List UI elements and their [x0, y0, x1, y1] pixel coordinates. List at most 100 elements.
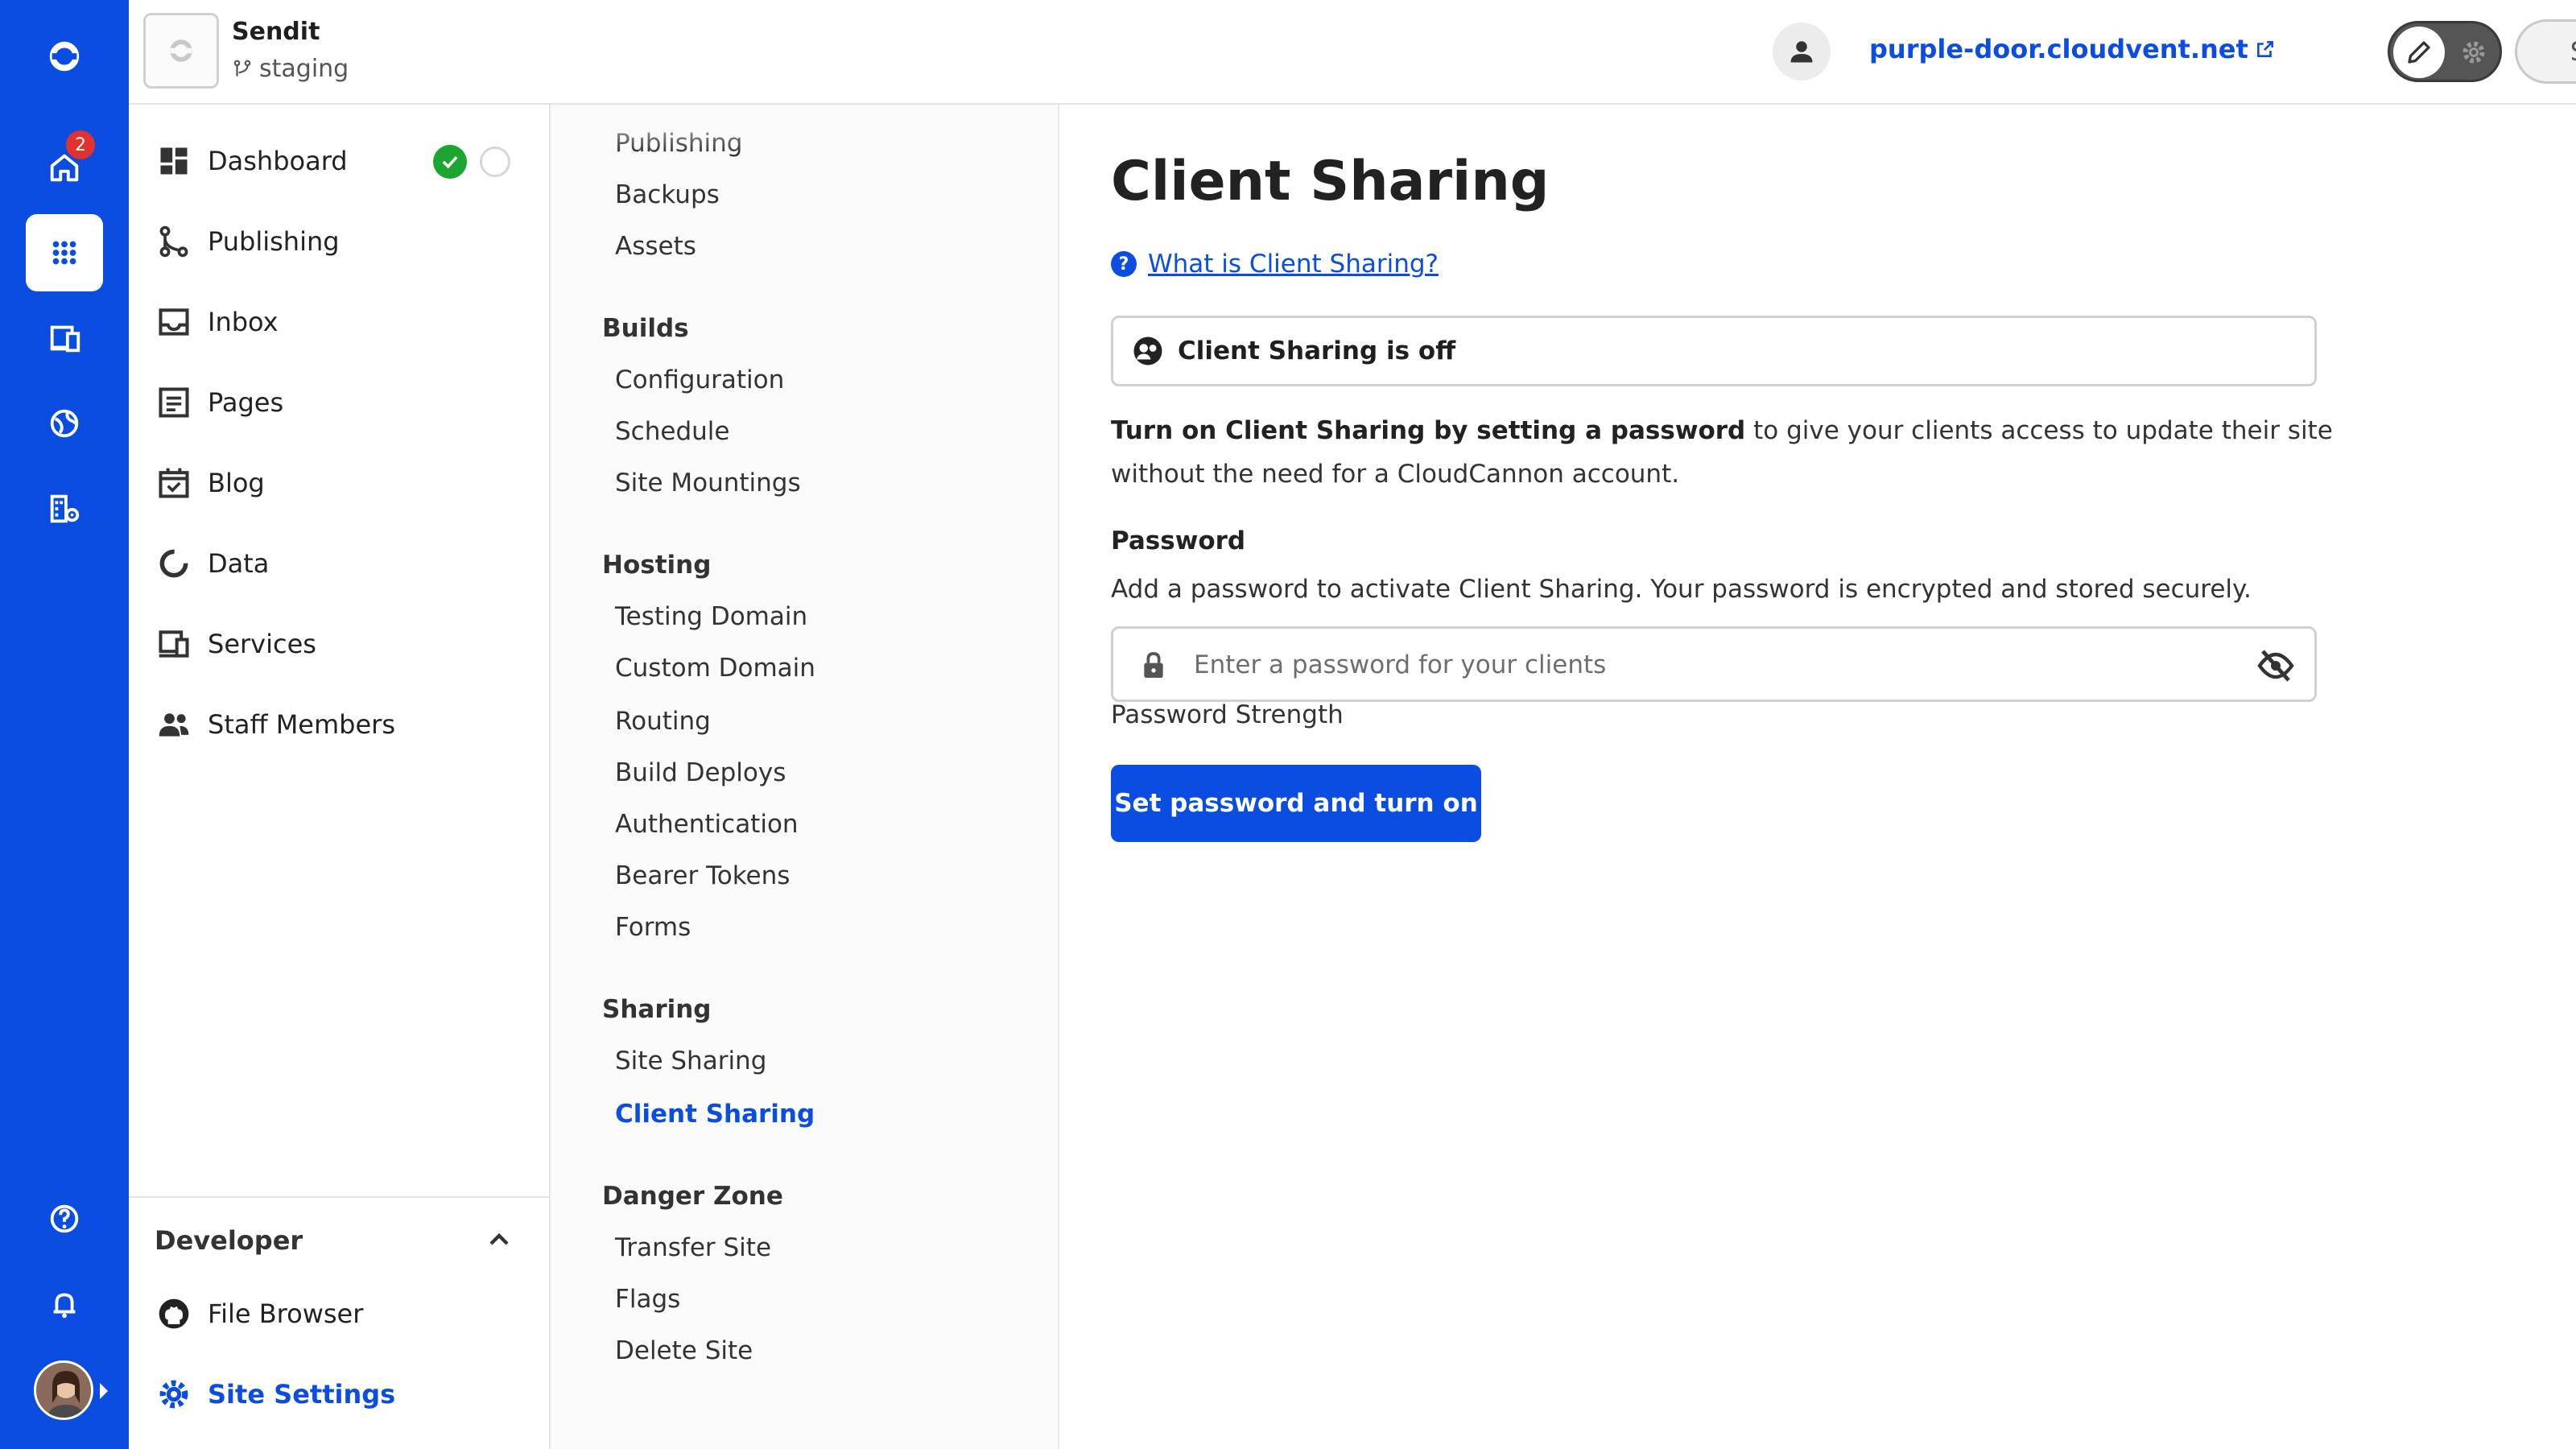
subnav-item[interactable]: Assets: [615, 232, 696, 261]
sidebar-item-label: Blog: [208, 468, 265, 498]
settings-subnav: Publishing Backups Assets Builds Configu…: [551, 105, 1059, 1449]
subnav-item[interactable]: Delete Site: [615, 1336, 753, 1365]
subnav-item[interactable]: Flags: [615, 1285, 680, 1314]
cloudcannon-logo-icon[interactable]: [26, 18, 103, 95]
gear-icon: [159, 1380, 188, 1409]
pages-icon: [159, 387, 189, 418]
sidebar-item-inbox[interactable]: Inbox: [156, 298, 279, 346]
developer-section-title[interactable]: Developer: [155, 1225, 303, 1256]
organization-settings-icon[interactable]: [26, 470, 103, 547]
sidebar-item-publishing[interactable]: Publishing: [156, 217, 340, 266]
subnav-item[interactable]: Transfer Site: [615, 1233, 771, 1262]
password-field: [1111, 626, 2317, 702]
sidebar-item-label: Data: [208, 548, 270, 579]
subnav-group-title: Hosting: [602, 551, 712, 580]
subnav-item[interactable]: Bearer Tokens: [615, 861, 790, 890]
developer-section: Developer File Browser Site Settings: [129, 1196, 549, 1410]
sidebar-item-staff-members[interactable]: Staff Members: [156, 700, 395, 749]
description: Turn on Client Sharing by setting a pass…: [1111, 409, 2367, 496]
subnav-group-title: Sharing: [602, 995, 712, 1024]
globe-icon[interactable]: [26, 385, 103, 462]
site-logo-icon[interactable]: [143, 13, 219, 89]
sidebar-item-dashboard[interactable]: Dashboard: [156, 137, 348, 185]
password-label: Password: [1111, 526, 1246, 555]
help-link[interactable]: ? What is Client Sharing?: [1111, 250, 1439, 279]
sidebar-item-label: Staff Members: [208, 709, 395, 740]
site-url-text: purple-door.cloudvent.net: [1869, 34, 2248, 64]
external-link-icon: [2256, 41, 2273, 57]
password-strength-label: Password Strength: [1111, 700, 1344, 729]
chevron-up-icon[interactable]: [483, 1224, 515, 1256]
site-url-link[interactable]: purple-door.cloudvent.net: [1869, 34, 2276, 64]
subnav-item[interactable]: Configuration: [615, 365, 784, 394]
calendar-check-icon: [159, 468, 189, 498]
subnav-item[interactable]: Schedule: [615, 417, 729, 446]
checkmark-icon: [433, 145, 467, 179]
sidebar-item-file-browser[interactable]: File Browser: [156, 1290, 363, 1338]
subnav-group-title: Danger Zone: [602, 1182, 783, 1211]
sidebar-item-label: File Browser: [208, 1298, 364, 1329]
subnav-item-active[interactable]: Client Sharing: [615, 1100, 815, 1129]
app-rail: 2: [0, 0, 129, 1449]
subnav-item[interactable]: Custom Domain: [615, 654, 815, 683]
set-password-button[interactable]: Set password and turn on: [1111, 765, 1481, 842]
services-icon: [159, 630, 189, 658]
publishing-icon: [159, 225, 188, 258]
subnav-item[interactable]: Testing Domain: [615, 602, 807, 631]
person-icon: [1790, 41, 1813, 63]
subnav-group-title: Builds: [602, 314, 689, 343]
github-icon: [159, 1298, 189, 1329]
subnav-item[interactable]: Authentication: [615, 810, 799, 839]
branch-selector[interactable]: staging: [232, 55, 349, 83]
save-button[interactable]: Save: [2515, 19, 2576, 84]
status-text: Client Sharing is off: [1178, 336, 1456, 365]
subnav-item[interactable]: Build Deploys: [615, 758, 786, 787]
notification-badge: 2: [66, 130, 95, 159]
status-ring-icon: [480, 147, 510, 177]
help-icon[interactable]: [26, 1180, 103, 1257]
data-donut-icon: [159, 549, 188, 578]
sidebar-item-site-settings[interactable]: Site Settings: [156, 1370, 395, 1418]
eye-off-icon[interactable]: [2256, 646, 2295, 685]
top-bar: Sendit staging purple-door.cloudvent.net…: [129, 0, 2576, 105]
branch-name: staging: [259, 55, 349, 83]
sidebar-item-data[interactable]: Data: [156, 539, 269, 588]
edit-mode-toggle[interactable]: [2388, 21, 2502, 82]
subnav-item[interactable]: Routing: [615, 707, 711, 736]
client-sharing-icon: [1133, 336, 1162, 365]
subnav-item[interactable]: Backups: [615, 180, 720, 209]
sidebar-item-label: Publishing: [208, 226, 340, 257]
sidebar-item-label: Services: [208, 629, 316, 659]
sidebar-item-services[interactable]: Services: [156, 620, 316, 668]
user-avatar[interactable]: [34, 1360, 93, 1420]
site-name[interactable]: Sendit: [232, 18, 320, 46]
status-banner: Client Sharing is off: [1111, 316, 2317, 386]
sidebar-item-blog[interactable]: Blog: [156, 459, 265, 507]
scroll-fade: [551, 105, 1058, 153]
sidebar-item-label: Inbox: [208, 307, 279, 337]
subnav-item[interactable]: Site Mountings: [615, 469, 801, 497]
lock-icon: [1144, 652, 1163, 678]
description-bold: Turn on Client Sharing by setting a pass…: [1111, 416, 1746, 445]
devices-icon[interactable]: [26, 299, 103, 377]
password-input[interactable]: [1194, 640, 2240, 690]
subnav-item[interactable]: Forms: [615, 913, 691, 942]
subnav-item[interactable]: Site Sharing: [615, 1046, 766, 1075]
sidebar-item-label: Site Settings: [208, 1379, 396, 1410]
branch-icon: [233, 60, 251, 76]
sidebar-item-pages[interactable]: Pages: [156, 378, 283, 427]
sidebar-item-label: Dashboard: [208, 146, 348, 176]
account-button[interactable]: [1773, 23, 1831, 80]
pencil-icon: [2393, 27, 2445, 78]
avatar-menu-caret-icon[interactable]: [100, 1383, 108, 1399]
apps-grid-icon[interactable]: [26, 214, 103, 291]
dashboard-icon: [160, 147, 188, 175]
password-help-text: Add a password to activate Client Sharin…: [1111, 575, 2252, 604]
site-sidebar: Dashboard Publishing Inbox Pages Blog Da…: [129, 105, 551, 1449]
main-content: Client Sharing ? What is Client Sharing?…: [1059, 105, 2576, 1449]
home-icon[interactable]: 2: [26, 129, 103, 206]
sidebar-item-label: Pages: [208, 387, 284, 418]
people-icon: [159, 713, 189, 737]
bell-icon[interactable]: [26, 1265, 103, 1343]
help-link-text: What is Client Sharing?: [1148, 250, 1439, 279]
